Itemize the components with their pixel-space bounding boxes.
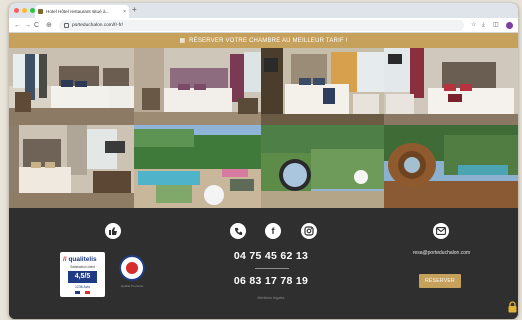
banner-text: RÉSERVER VOTRE CHAMBRE AU MEILLEUR TARIF…: [189, 37, 348, 44]
phone-number-1[interactable]: 04 75 45 62 13: [221, 250, 321, 262]
booking-banner[interactable]: ▦ RÉSERVER VOTRE CHAMBRE AU MEILLEUR TAR…: [9, 33, 518, 48]
phone-icon[interactable]: [230, 223, 246, 239]
hotel-room-twin-beds-photo[interactable]: [9, 48, 134, 125]
lock-icon: [64, 23, 69, 28]
swimming-pool-garden-photo[interactable]: [134, 125, 261, 208]
qualitelis-logo: // qualitelis: [63, 256, 97, 263]
favicon-icon: [38, 9, 43, 14]
phone-number-2[interactable]: 06 83 17 78 19: [221, 275, 321, 287]
site-info-icon[interactable]: ⊕: [46, 21, 52, 30]
mail-icon[interactable]: [433, 223, 449, 239]
instagram-icon[interactable]: [301, 223, 317, 239]
site-footer: // qualitelis Satisfaction client 4,5/5 …: [9, 208, 518, 319]
qualitelis-badge[interactable]: // qualitelis Satisfaction client 4,5/5 …: [60, 252, 105, 297]
hotel-room-purple-headboard-photo[interactable]: [134, 48, 261, 125]
sidebar-icon[interactable]: ◫: [493, 21, 499, 30]
url-text: porteduchalon.com/fr-fr/: [72, 23, 123, 28]
legal-notice-link[interactable]: Mentions légales: [221, 296, 321, 300]
email-link[interactable]: resa@porteduchalon.com: [389, 250, 494, 256]
url-field[interactable]: porteduchalon.com/fr-fr/: [59, 20, 464, 31]
qualitelis-subtitle: Satisfaction client: [70, 265, 95, 269]
new-tab-button[interactable]: +: [132, 5, 137, 15]
minimize-window-button[interactable]: [22, 8, 27, 13]
barrel-sauna-photo[interactable]: [384, 125, 518, 208]
thumbs-up-icon[interactable]: [105, 223, 121, 239]
browser-window: Hotel Hôtel restaurant situé à... × + ← …: [9, 3, 518, 319]
tab-close-icon[interactable]: ×: [123, 9, 126, 15]
tab-title: Hotel Hôtel restaurant situé à...: [46, 9, 110, 14]
close-window-button[interactable]: [14, 8, 19, 13]
hotel-room-red-pillows-photo[interactable]: [384, 48, 518, 125]
back-arrow-icon[interactable]: ←: [14, 21, 21, 30]
hotel-room-desk-photo[interactable]: [9, 125, 134, 208]
window-controls: [14, 8, 35, 13]
reload-icon[interactable]: C: [34, 21, 39, 30]
garden-round-window-photo[interactable]: [261, 125, 384, 208]
reserve-button[interactable]: RÉSERVER: [419, 274, 461, 288]
seal-emblem-icon: [126, 262, 138, 274]
quality-seal-logo: [119, 255, 145, 281]
facebook-icon[interactable]: f: [265, 223, 281, 239]
profile-avatar[interactable]: [506, 22, 513, 29]
address-bar: ← → C ⊕ porteduchalon.com/fr-fr/ ☆ ⤓ ◫: [9, 18, 518, 33]
tab-bar: Hotel Hôtel restaurant situé à... × +: [9, 3, 518, 18]
forward-arrow-icon[interactable]: →: [24, 21, 31, 30]
photo-gallery: [9, 48, 518, 208]
seal-label: Qualité Tourisme: [120, 284, 144, 288]
browser-tab[interactable]: Hotel Hôtel restaurant situé à... ×: [35, 5, 129, 18]
padlock-icon[interactable]: [508, 301, 517, 313]
footer-divider: [255, 268, 289, 269]
french-flag-icon: [75, 291, 90, 294]
bookmark-star-icon[interactable]: ☆: [471, 21, 476, 30]
hotel-room-double-bed-window-photo[interactable]: [261, 48, 384, 125]
qualitelis-score: 4,5/5: [68, 271, 97, 283]
calendar-icon: ▦: [179, 38, 186, 44]
download-icon[interactable]: ⤓: [482, 21, 485, 30]
qualitelis-review-count: 1236 Avis: [74, 285, 91, 289]
